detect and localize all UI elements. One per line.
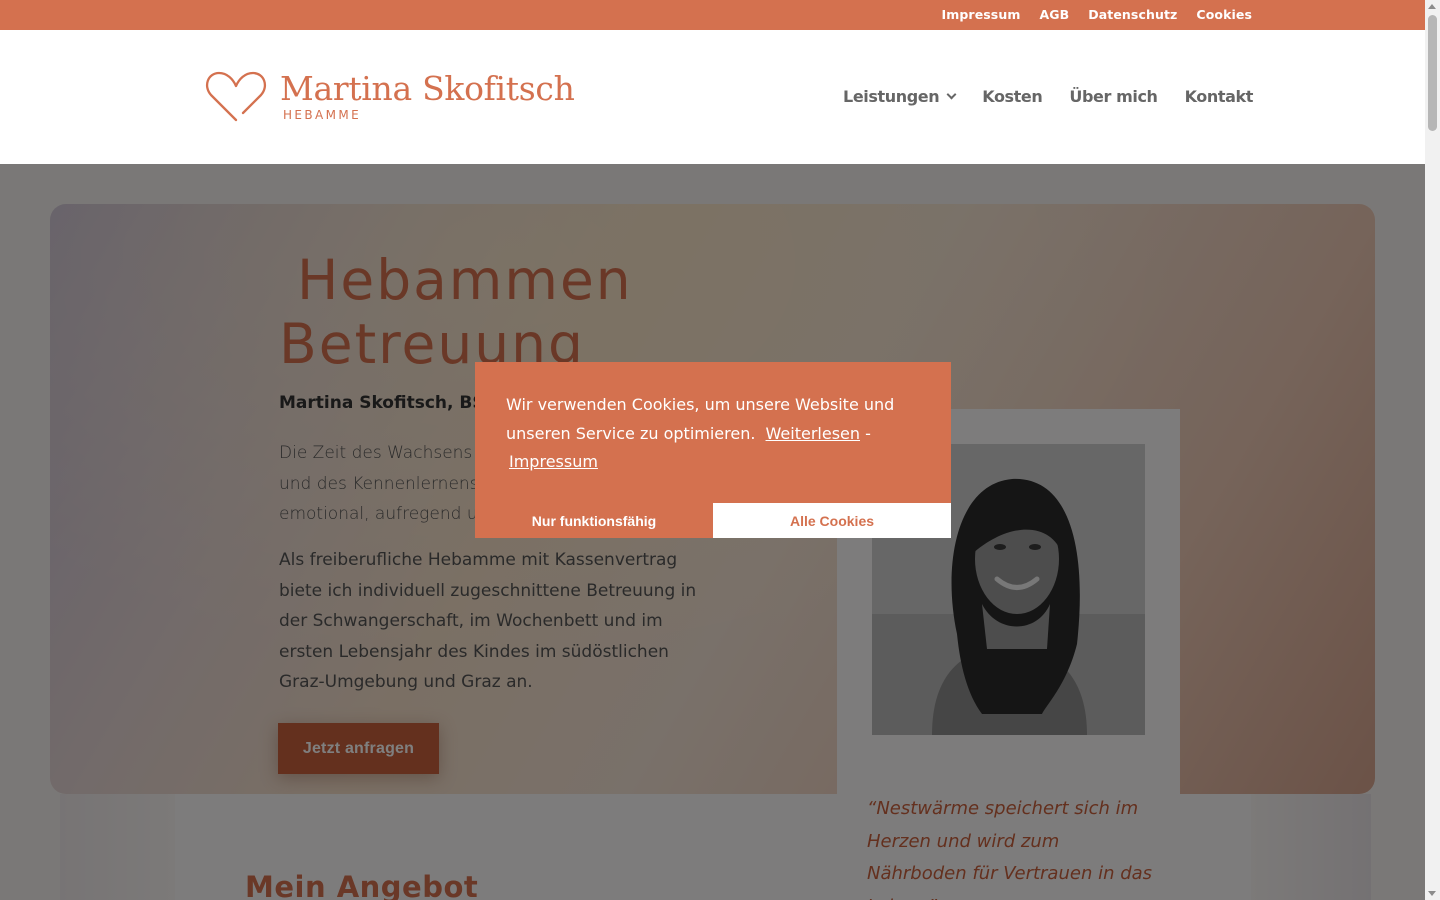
cookie-separator: - [860,423,871,443]
scroll-down-arrow-icon[interactable] [1428,891,1436,896]
brand-subtitle: HEBAMME [283,108,362,122]
scroll-up-arrow-icon[interactable] [1428,4,1436,9]
nav-item-kontakt[interactable]: Kontakt [1185,87,1254,106]
heart-logo-icon [205,71,267,122]
cookie-accept-all-button[interactable]: Alle Cookies [713,503,951,538]
logo-text: Martina Skofitsch HEBAMME [280,69,575,123]
brand-name: Martina Skofitsch [280,69,575,108]
cookie-link-impressum[interactable]: Impressum [509,452,598,471]
cookie-link-weiterlesen[interactable]: Weiterlesen [766,424,860,443]
top-link-datenschutz[interactable]: Datenschutz [1088,7,1177,22]
nav-item-ueber-mich[interactable]: Über mich [1069,87,1158,106]
cookie-banner: Wir verwenden Cookies, um unsere Website… [475,362,951,538]
top-link-agb[interactable]: AGB [1039,7,1069,22]
chevron-down-icon [946,89,957,100]
cookie-functional-button[interactable]: Nur funktionsfähig [475,503,713,538]
top-bar: Impressum AGB Datenschutz Cookies [0,0,1425,30]
main-nav: Leistungen Kosten Über mich Kontakt [843,87,1253,106]
scrollbar[interactable] [1425,0,1440,900]
cookie-text: Wir verwenden Cookies, um unsere Website… [506,391,916,477]
site-logo[interactable]: Martina Skofitsch HEBAMME [203,70,575,124]
nav-label-leistungen: Leistungen [843,87,940,106]
top-link-impressum[interactable]: Impressum [942,7,1021,22]
nav-item-leistungen[interactable]: Leistungen [843,87,957,106]
nav-item-kosten[interactable]: Kosten [982,87,1043,106]
top-links: Impressum AGB Datenschutz Cookies [942,7,1253,22]
site-header: Martina Skofitsch HEBAMME Leistungen Kos… [0,30,1425,164]
scroll-thumb[interactable] [1428,15,1437,131]
top-link-cookies[interactable]: Cookies [1196,7,1252,22]
